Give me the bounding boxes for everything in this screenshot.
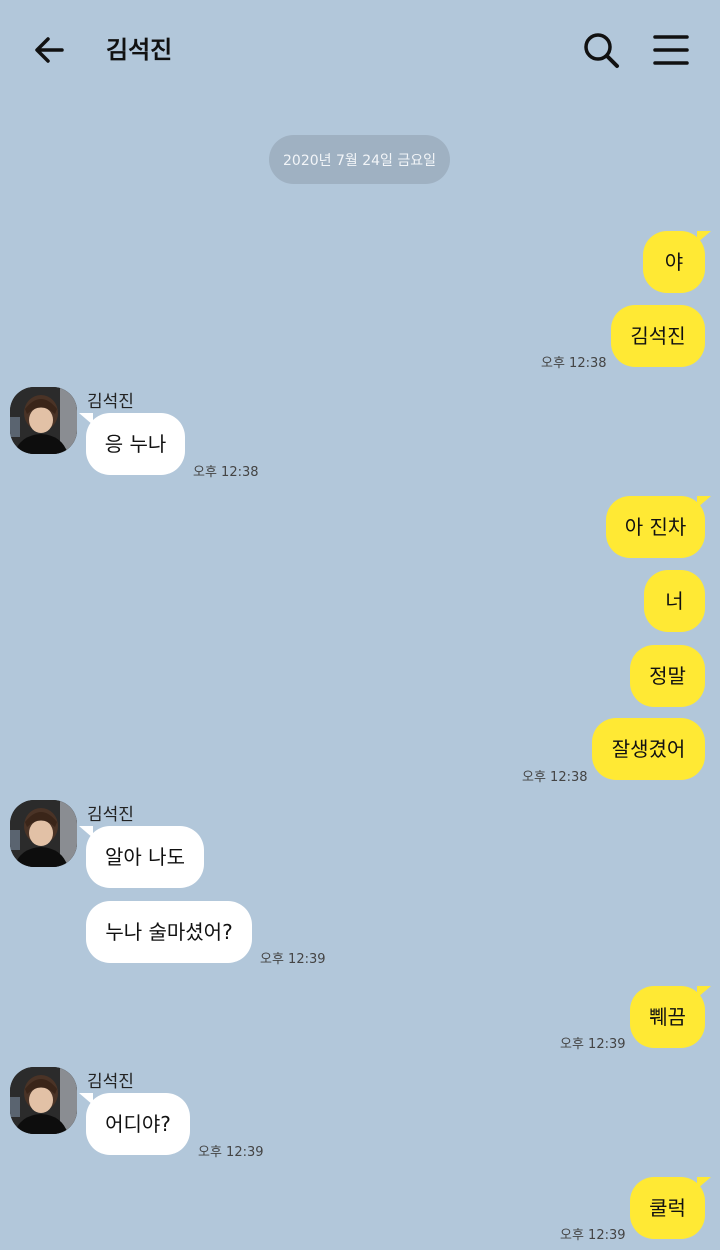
my-message-bubble[interactable]: 아 진차 [606,496,705,558]
my-message-bubble[interactable]: 김석진 [611,305,705,367]
message-timestamp: 오후 12:39 [560,1037,626,1052]
message-timestamp: 오후 12:39 [260,952,326,967]
their-message-bubble[interactable]: 누나 술마셨어? [86,901,252,963]
their-message-bubble[interactable]: 어디야? [86,1093,190,1155]
search-icon [584,33,619,68]
date-divider: 2020년 7월 24일 금요일 [269,135,450,184]
my-message-bubble[interactable]: 야 [643,231,705,293]
message-timestamp: 오후 12:38 [541,356,607,371]
my-message-bubble[interactable]: 잘생겼어 [592,718,705,780]
message-timestamp: 오후 12:38 [522,770,588,785]
bubble-tail [697,231,711,243]
profile-photo [10,1067,77,1134]
avatar[interactable] [10,387,77,454]
arrow-left-icon [35,37,64,63]
sender-name: 김석진 [87,392,134,412]
profile-photo [10,800,77,867]
bubble-tail [697,496,711,508]
bubble-tail [697,1177,711,1189]
menu-icon [653,35,689,65]
message-timestamp: 오후 12:39 [198,1145,264,1160]
their-message-bubble[interactable]: 응 누나 [86,413,185,475]
avatar[interactable] [10,1067,77,1134]
my-message-bubble[interactable]: 정말 [630,645,705,707]
message-timestamp: 오후 12:39 [560,1228,626,1243]
avatar[interactable] [10,800,77,867]
my-message-bubble[interactable]: 쀄끔 [630,986,705,1048]
my-message-bubble[interactable]: 쿨럭 [630,1177,705,1239]
profile-photo [10,387,77,454]
sender-name: 김석진 [87,1072,134,1092]
message-timestamp: 오후 12:38 [193,465,259,480]
search-button[interactable] [578,27,624,73]
their-message-bubble[interactable]: 알아 나도 [86,826,204,888]
chat-title: 김석진 [106,36,173,64]
menu-button[interactable] [648,27,694,73]
back-button[interactable] [28,28,72,72]
sender-name: 김석진 [87,805,134,825]
bubble-tail [697,986,711,998]
my-message-bubble[interactable]: 너 [644,570,705,632]
